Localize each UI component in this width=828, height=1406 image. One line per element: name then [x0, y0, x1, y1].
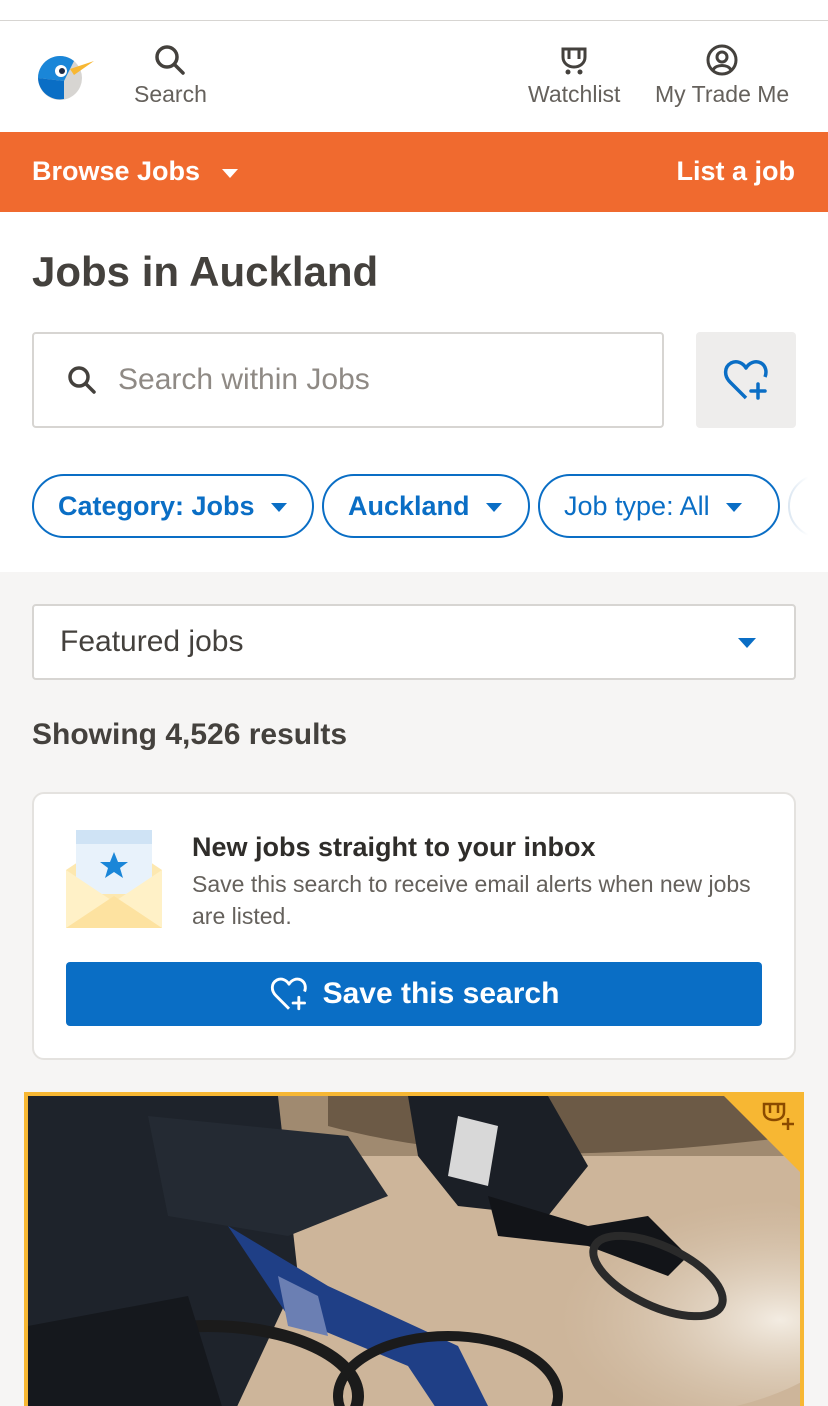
nav-my-trademe[interactable]: My Trade Me	[655, 43, 789, 108]
status-strip	[0, 0, 828, 20]
search-icon	[155, 45, 186, 75]
chevron-down-icon	[270, 503, 287, 512]
chip-label: Category: Jobs	[58, 490, 255, 521]
watchlist-icon	[561, 47, 587, 75]
account-icon	[706, 44, 738, 76]
jobs-action-bar: Browse Jobs List a job	[0, 132, 828, 212]
envelope-star-icon	[66, 830, 162, 933]
search-header-section: Jobs in Auckland Category: Jobs Auckland…	[0, 212, 828, 572]
sort-select[interactable]: Featured jobs	[32, 604, 796, 680]
chevron-down-icon	[725, 503, 742, 512]
filter-job-type-chip[interactable]: Job type: All	[538, 474, 780, 538]
top-navigation: Search Watchlist My Trade Me	[0, 20, 828, 132]
chip-label: Job type: All	[564, 490, 710, 521]
nav-my-trademe-label: My Trade Me	[655, 81, 790, 107]
chevron-down-icon	[738, 638, 756, 648]
nav-watchlist[interactable]: Watchlist	[528, 43, 620, 108]
browse-jobs-label: Browse Jobs	[32, 156, 201, 186]
chevron-down-icon	[485, 503, 502, 512]
chip-label: Auckland	[348, 490, 470, 521]
search-icon	[68, 366, 96, 394]
search-input[interactable]	[118, 363, 618, 397]
browse-jobs-button[interactable]: Browse Jobs	[32, 156, 239, 187]
filter-location-chip[interactable]: Auckland	[322, 474, 530, 538]
alert-title: New jobs straight to your inbox	[192, 832, 596, 862]
chips-fade-overlay	[778, 474, 828, 538]
filter-category-chip[interactable]: Category: Jobs	[32, 474, 314, 538]
nav-search[interactable]: Search	[134, 43, 207, 108]
save-this-search-label: Save this search	[322, 977, 560, 1010]
heart-plus-icon	[270, 977, 307, 1011]
nav-watchlist-label: Watchlist	[528, 81, 621, 107]
featured-corner-badge[interactable]	[724, 1096, 800, 1172]
heart-plus-icon	[723, 360, 768, 400]
search-within-jobs[interactable]	[32, 332, 664, 428]
save-search-icon-button[interactable]	[696, 332, 796, 428]
email-alert-card: New jobs straight to your inbox Save thi…	[32, 792, 796, 1060]
alert-description: Save this search to receive email alerts…	[192, 871, 751, 929]
results-count: Showing 4,526 results	[32, 718, 348, 751]
trademe-logo-icon[interactable]	[34, 51, 94, 101]
save-this-search-button[interactable]: Save this search	[66, 962, 762, 1026]
chevron-down-icon	[222, 168, 239, 178]
page-title: Jobs in Auckland	[32, 248, 379, 295]
filter-chips: Category: Jobs Auckland Job type: All	[32, 474, 828, 538]
nav-search-label: Search	[134, 81, 207, 107]
sort-selected-value: Featured jobs	[60, 625, 244, 658]
listing-photo	[28, 1096, 800, 1406]
list-a-job-button[interactable]: List a job	[676, 156, 795, 187]
featured-listing-card[interactable]	[24, 1092, 804, 1406]
